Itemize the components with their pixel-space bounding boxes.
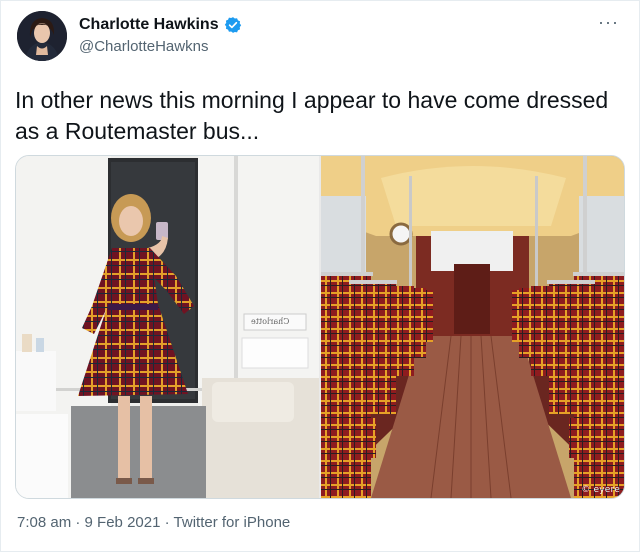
- tweet-card: Charlotte Hawkins @CharlotteHawkns ··· I…: [0, 0, 640, 552]
- meta-separator: ·: [75, 514, 81, 531]
- more-horizontal-icon[interactable]: ···: [598, 13, 619, 31]
- author-handle[interactable]: @CharlotteHawkns: [79, 38, 208, 55]
- author-display-name[interactable]: Charlotte Hawkins: [79, 16, 219, 34]
- photo-watermark: © eyere: [581, 485, 620, 495]
- author-avatar[interactable]: [17, 11, 67, 61]
- chair-name-label: Charlotte: [251, 317, 290, 326]
- tweet-meta: 7:08 am · 9 Feb 2021 · Twitter for iPhon…: [17, 514, 290, 531]
- tweet-time[interactable]: 7:08 am: [17, 514, 71, 531]
- tweet-source[interactable]: Twitter for iPhone: [174, 514, 291, 531]
- photo-watermark-text: eyere: [593, 485, 620, 495]
- media-photo-dressing-room[interactable]: Charlotte: [16, 156, 319, 498]
- avatar-image: [17, 11, 67, 61]
- verified-badge-icon: [224, 16, 242, 34]
- author-name-row[interactable]: Charlotte Hawkins: [79, 16, 242, 34]
- media-photo-bus-interior[interactable]: © eyere: [321, 156, 624, 498]
- dressing-room-image: [16, 156, 319, 498]
- tweet-date[interactable]: 9 Feb 2021: [85, 514, 161, 531]
- tweet-text: In other news this morning I appear to h…: [15, 87, 609, 144]
- tweet-media[interactable]: Charlotte © eyere: [15, 155, 625, 499]
- bus-interior-image: [321, 156, 624, 498]
- meta-separator: ·: [164, 514, 170, 531]
